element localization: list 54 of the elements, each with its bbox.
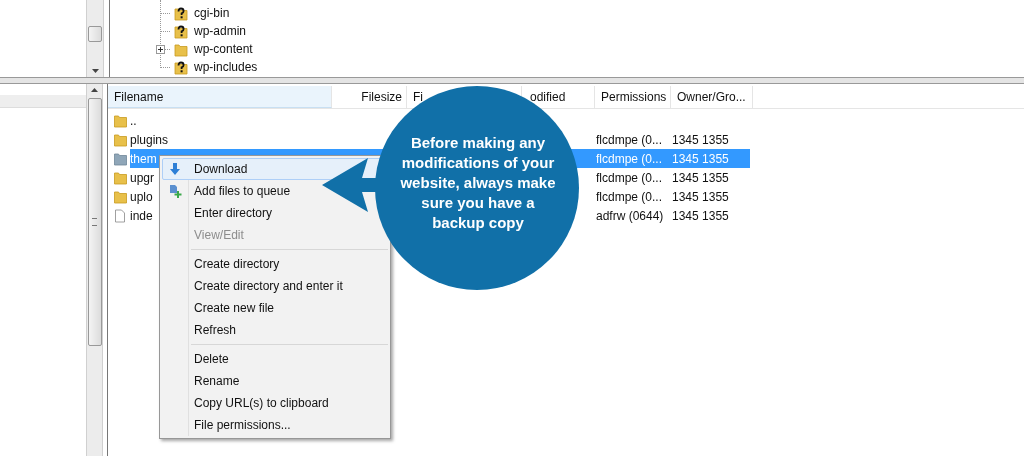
scrollbar-thumb[interactable] [87, 98, 102, 346]
question-folder-icon [174, 59, 188, 75]
file-name[interactable]: inde [130, 208, 153, 223]
folder-icon [114, 170, 127, 185]
menu-item[interactable]: Create directory [162, 253, 388, 275]
scrollbar-thumb[interactable] [88, 26, 102, 42]
folder-icon [114, 189, 127, 204]
table-cell: 1345 1355 [672, 132, 729, 147]
menu-item[interactable]: Create directory and enter it [162, 275, 388, 297]
file-name[interactable]: uplo [130, 189, 153, 204]
column-header[interactable]: Filename [114, 89, 164, 104]
menu-item[interactable]: Rename [162, 370, 388, 392]
table-cell: 1345 1355 [672, 151, 729, 166]
table-cell: adfrw (0644) [596, 208, 664, 223]
menu-item[interactable]: Create new file [162, 297, 388, 319]
table-cell: 1345 1355 [672, 170, 729, 185]
folder-icon [114, 151, 127, 166]
menu-item[interactable]: File permissions... [162, 414, 388, 436]
menu-item[interactable]: Refresh [162, 319, 388, 341]
up-arrow-icon[interactable] [91, 88, 98, 92]
file-name[interactable]: .. [130, 113, 137, 128]
table-cell: 1345 1355 [672, 189, 729, 204]
down-arrow-icon[interactable] [91, 69, 99, 73]
folder-icon [114, 113, 127, 128]
menu-item[interactable]: Add files to queue [162, 180, 388, 202]
file-name[interactable]: plugins [130, 132, 169, 147]
tree-item[interactable]: wp-admin [194, 24, 247, 38]
down-arrow-icon [168, 162, 182, 176]
table-cell: 1345 1355 [672, 208, 729, 223]
tree-item[interactable]: wp-content [194, 42, 253, 56]
column-header[interactable]: Owner/Gro... [677, 90, 746, 104]
expand-icon[interactable] [156, 44, 165, 54]
question-folder-icon [174, 5, 188, 21]
menu-item[interactable]: Delete [162, 348, 388, 370]
table-cell: flcdmpe (0... [596, 189, 663, 204]
callout-text: Before making any modifications of your website, always make sure you have a backup copy [399, 133, 557, 233]
column-header[interactable]: Filesize [361, 90, 402, 104]
file-name[interactable]: upgr [130, 170, 155, 185]
tree-item[interactable]: wp-includes [194, 60, 258, 74]
column-header[interactable]: Permissions [601, 90, 667, 104]
column-header[interactable]: Fi [413, 90, 423, 104]
table-cell: flcdmpe (0... [596, 132, 663, 147]
folder-icon [174, 41, 188, 57]
file-plus-icon [168, 184, 183, 199]
table-cell: flcdmpe (0... [596, 170, 663, 185]
column-header[interactable]: odified [530, 90, 566, 104]
menu-item[interactable]: Copy URL(s) to clipboard [162, 392, 388, 414]
folder-icon [114, 132, 127, 147]
question-folder-icon [174, 23, 188, 39]
table-cell: flcdmpe (0... [596, 151, 663, 166]
tree-item[interactable]: cgi-bin [194, 6, 230, 20]
file-icon [114, 208, 127, 223]
scrollbar[interactable] [86, 0, 104, 77]
scrollbar[interactable] [86, 84, 103, 456]
